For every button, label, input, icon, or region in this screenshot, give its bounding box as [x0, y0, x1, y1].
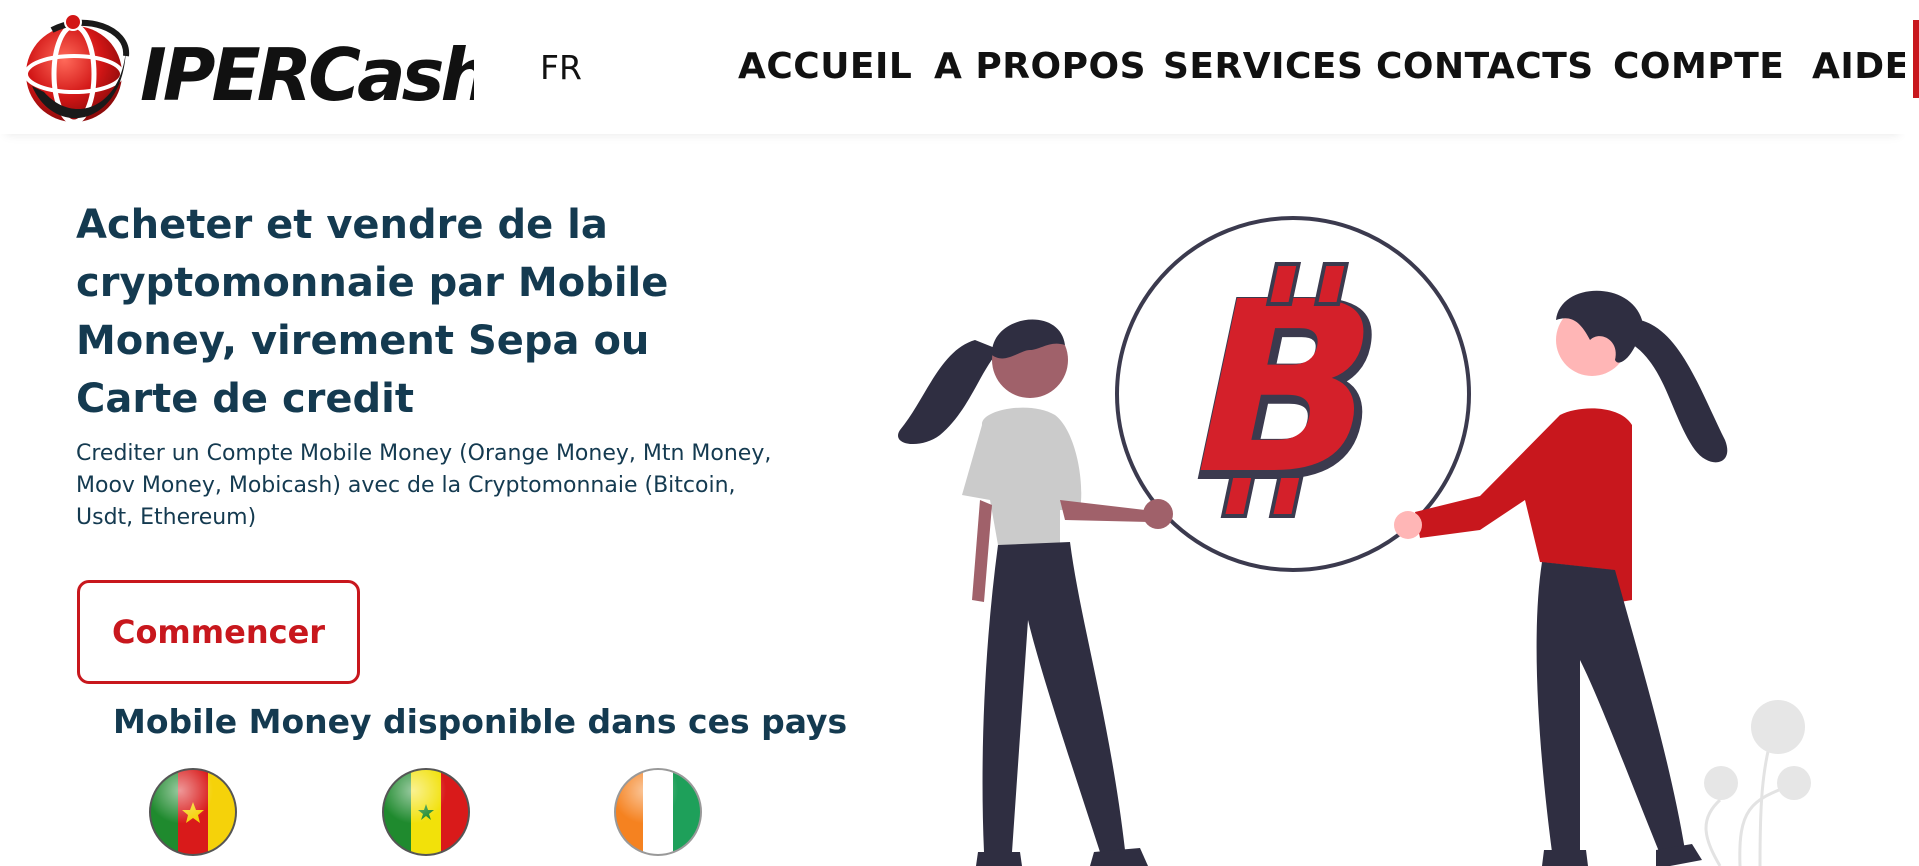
cote-divoire-flag-icon: [614, 768, 702, 856]
nav-item-compte[interactable]: COMPTE: [1613, 46, 1784, 87]
countries-title: Mobile Money disponible dans ces pays: [113, 702, 848, 741]
page-scroll-edge: [1905, 0, 1919, 866]
nav-item-contacts[interactable]: CONTACTS: [1376, 46, 1594, 87]
nav-item-services[interactable]: SERVICES: [1163, 46, 1363, 87]
main-nav: ACCUEIL A PROPOS SERVICES CONTACTS COMPT…: [0, 46, 1909, 90]
cameroon-flag-icon: [149, 768, 237, 856]
nav-item-a-propos[interactable]: A PROPOS: [934, 46, 1146, 87]
site-header: IPERCash FR ACCUEIL A PROPOS SERVICES CO…: [0, 0, 1909, 134]
hero-title: Acheter et vendre de la cryptomonnaie pa…: [76, 202, 669, 422]
commencer-button[interactable]: Commencer: [77, 580, 360, 684]
plant-decoration: [1704, 700, 1811, 866]
edge-accent-bar: [1913, 20, 1919, 98]
hero-illustration: B B: [898, 216, 1811, 866]
nav-item-aide[interactable]: AIDE: [1812, 46, 1910, 87]
hero-description: Crediter un Compte Mobile Money (Orange …: [76, 441, 772, 530]
nav-item-accueil[interactable]: ACCUEIL: [738, 46, 912, 87]
senegal-flag-icon: [382, 768, 470, 856]
